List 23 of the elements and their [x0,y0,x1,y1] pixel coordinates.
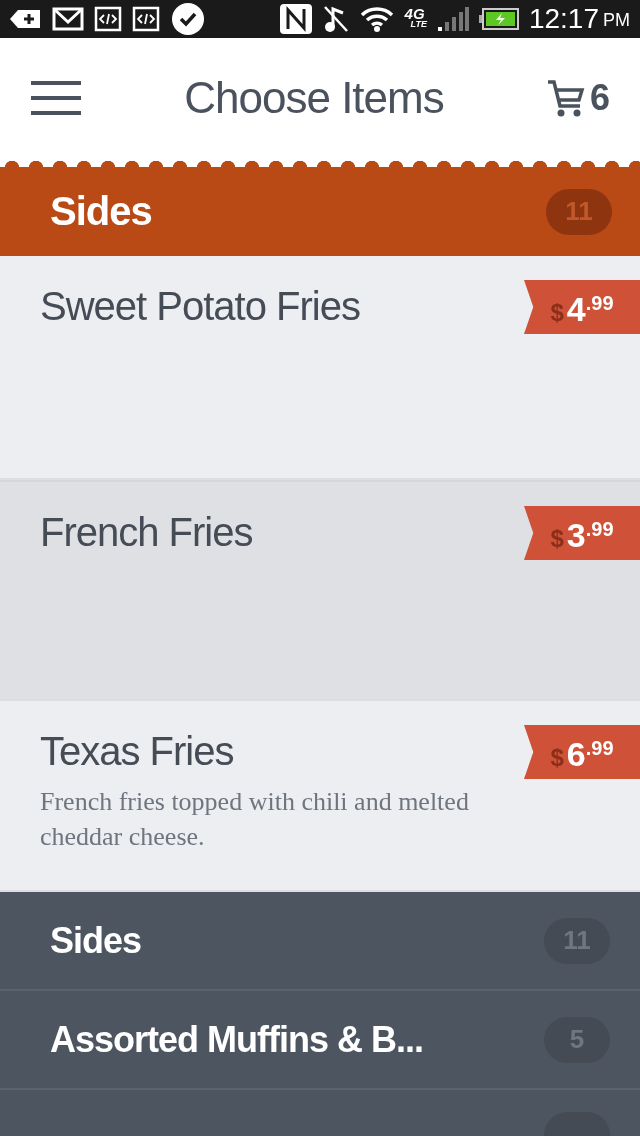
add-icon [10,8,42,30]
mail-icon [52,7,84,31]
item-name: Sweet Potato Fries [40,284,361,329]
section-title: Sides [50,189,152,234]
cart-button[interactable]: 6 [545,77,610,119]
page-title: Choose Items [183,73,445,123]
nfc-icon [278,3,313,35]
signal-icon [436,6,469,32]
muted-music-icon [322,5,349,33]
cart-icon [545,78,586,118]
menu-button[interactable] [30,80,82,116]
battery-icon [478,8,519,30]
code-icon [94,6,122,32]
network-label: 4G [404,9,425,19]
wifi-icon [358,5,395,33]
network-label: LTE [409,19,427,29]
clock-meridiem: PM [603,10,630,31]
code-icon [132,6,160,32]
item-description: French fries topped with chili and melted cheddar cheese. [40,786,470,853]
item-name: French Fries [40,510,254,555]
menu-icon [30,80,82,116]
clock-time: 12:17 [528,3,599,35]
item-name: Texas Fries [40,729,235,774]
